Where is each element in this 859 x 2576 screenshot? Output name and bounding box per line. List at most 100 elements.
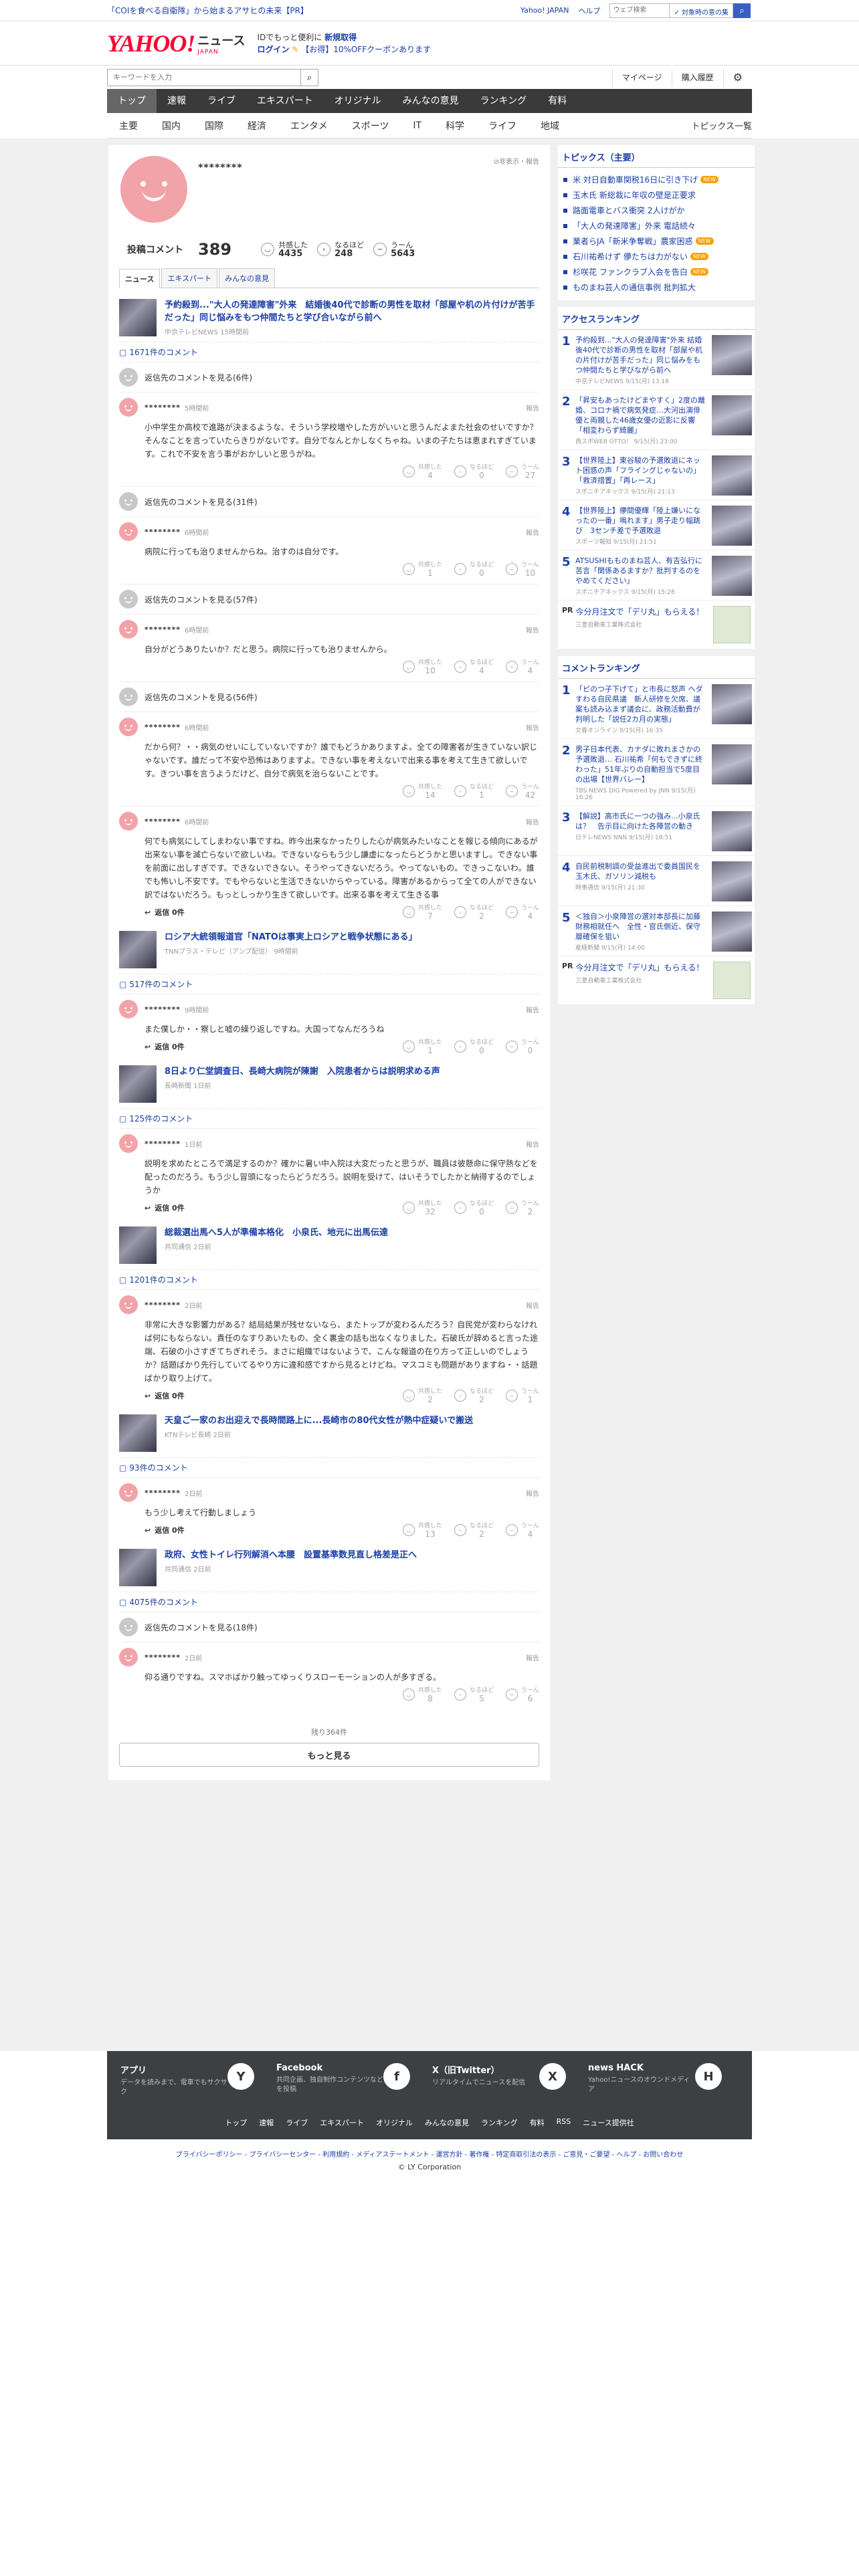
article-title[interactable]: 政府、女性トイレ行列解消へ本腰 設置基準数見直し格差是正へ (165, 1549, 417, 1562)
reaction-button[interactable]: ~ うーん 4 (505, 659, 539, 675)
article-thumbnail[interactable] (119, 1414, 157, 1452)
keyword-input[interactable] (107, 68, 301, 86)
footer-link[interactable]: みんなの意見 (425, 2117, 469, 2128)
footer-link[interactable]: ニュース提供社 (583, 2117, 634, 2128)
article-title[interactable]: 8日より仁堂調査日、長崎大病院が陳謝 入院患者からは説明求める声 (165, 1065, 440, 1078)
report-link[interactable]: 報告 (526, 1652, 539, 1662)
reaction-button[interactable]: ~ うーん 2 (505, 1200, 539, 1216)
article-item[interactable]: 天皇ご一家のお出迎えで長時間路上に...長崎市の80代女性が熱中症疑いで搬送 KT… (119, 1410, 539, 1457)
comment-count-link[interactable]: ▢ 1671件のコメント (119, 342, 539, 362)
article-item[interactable]: ロシア大統領報道官「NATOは事実上ロシアと戦争状態にある」 TNNプラス・テレビ… (119, 927, 539, 974)
reply-link[interactable]: ↩ 返信 0件 (145, 1202, 185, 1213)
footer-app-link[interactable]: X（旧Twitter） リアルタイムでニュースを配信 X (432, 2063, 583, 2097)
footer-link[interactable]: 有料 (530, 2117, 545, 2128)
nav-item[interactable]: 有料 (537, 89, 577, 113)
reply-link[interactable]: ↩ 返信 0件 (145, 1041, 185, 1052)
reaction-button[interactable]: ~ うーん 42 (505, 783, 539, 799)
footer-link[interactable]: オリジナル (376, 2117, 413, 2128)
ranking-item[interactable]: 1 「ピのつ子下げて」と市長に怒声 ヘダすわる自民県議 新人研修を欠席、議案も読み… (558, 679, 755, 739)
report-link[interactable]: 報告 (526, 817, 539, 827)
ranking-item[interactable]: 5 ATSUSHIもものまね芸人、有吉弘行に苦言「関係あるますか？批判するのをやめ… (558, 550, 755, 601)
footer-link[interactable]: RSS (557, 2117, 571, 2128)
subnav-item[interactable]: 経済 (235, 119, 278, 132)
comment-count-link[interactable]: ▢ 4075件のコメント (119, 1592, 539, 1612)
reaction-button[interactable]: ◡ 共感した 13 (402, 1522, 442, 1538)
topic-item[interactable]: 路面電車とバス衝突 2人けがか (558, 203, 755, 218)
more-button[interactable]: もっと見る (119, 1743, 539, 1767)
article-item[interactable]: 総裁選出馬へ5人が準備本格化 小泉氏、地元に出馬伝達 共同通信 2日前 (119, 1222, 539, 1269)
comment-count-link[interactable]: ▢ 125件のコメント (119, 1108, 539, 1128)
reaction-button[interactable]: ~ うーん 0 (505, 1039, 539, 1055)
web-search-input[interactable] (609, 3, 670, 18)
show-parent-comments[interactable]: 返信先のコメントを見る(6件) (119, 362, 539, 392)
footer-link[interactable]: 速報 (259, 2117, 274, 2128)
report-link[interactable]: 報告 (526, 403, 539, 413)
article-item[interactable]: 予約殺到..."大人の発達障害"外来 結婚後40代で診断の男性を取材「部屋や机の… (119, 295, 539, 342)
reaction-button[interactable]: › なるほど 0 (454, 1200, 494, 1216)
legal-links[interactable]: プライバシーポリシー - プライバシーセンター - 利用規約 - メディアステー… (0, 2149, 859, 2159)
report-link[interactable]: 報告 (526, 1300, 539, 1310)
reaction-button[interactable]: ◡ 共感した 2 (402, 1388, 442, 1404)
subnav-item[interactable]: 主要 (107, 119, 150, 132)
login-link[interactable]: ログイン (257, 45, 289, 54)
show-parent-comments[interactable]: 返信先のコメントを見る(57件) (119, 584, 539, 614)
topic-item[interactable]: ものまね芸人の通信事例 批判拡大 (558, 280, 755, 295)
subnav-item[interactable]: 国内 (150, 119, 193, 132)
article-title[interactable]: 総裁選出馬へ5人が準備本格化 小泉氏、地元に出馬伝達 (165, 1226, 388, 1239)
topic-item[interactable]: 「大人の発達障害」外来 電話続々 (558, 218, 755, 233)
coupon-link[interactable]: 【お得】10%OFFクーポンあります (301, 45, 431, 54)
report-link[interactable]: 報告 (526, 1004, 539, 1014)
topic-item[interactable]: 杉咲花 ファンクラブ入会を告白 NEW (558, 264, 755, 280)
article-title[interactable]: 予約殺到..."大人の発達障害"外来 結婚後40代で診断の男性を取材「部屋や机の… (165, 299, 539, 324)
reaction-button[interactable]: ~ うーん 27 (505, 463, 539, 479)
reaction-button[interactable]: ◡ 共感した 10 (402, 659, 442, 675)
tab-news[interactable]: ニュース (119, 269, 161, 288)
article-title[interactable]: ロシア大統領報道官「NATOは事実上ロシアと戦争状態にある」 (165, 931, 417, 944)
show-parent-comments[interactable]: 返信先のコメントを見る(18件) (119, 1612, 539, 1642)
reaction-button[interactable]: › なるほど 2 (454, 1522, 494, 1538)
pr-item[interactable]: PR 今分月注文で「デリ丸」もらえる！ 三菱自動車工業株式会社 (558, 601, 755, 649)
ranking-item[interactable]: 3 【解説】高市氏に一つの強み...小泉氏は？ 告示目に向けた各陣営の動き 日テレN… (558, 806, 755, 856)
reaction-button[interactable]: ◡ 共感した 8 (402, 1687, 442, 1703)
footer-link[interactable]: ライブ (286, 2117, 308, 2128)
footer-app-link[interactable]: アプリ データを読みまで、電車でもサクサク Y (120, 2063, 271, 2097)
nav-item[interactable]: エキスパート (246, 89, 324, 113)
reply-link[interactable]: ↩ 返信 0件 (145, 907, 185, 918)
keyword-search-button[interactable]: ⌕ (301, 68, 318, 86)
footer-link[interactable]: ランキング (481, 2117, 518, 2128)
reaction-button[interactable]: › なるほど 2 (454, 904, 494, 920)
nav-item[interactable]: トップ (107, 89, 157, 113)
history-link[interactable]: 購入履歴 (671, 68, 723, 86)
ranking-item[interactable]: 3 【世界陸上】東谷駿の予選敗退にネット困惑の声「フライングじゃないの」「救済措置… (558, 450, 755, 500)
article-thumbnail[interactable] (119, 1549, 157, 1586)
article-thumbnail[interactable] (119, 299, 157, 336)
reaction-button[interactable]: ◡ 共感した 14 (402, 783, 442, 799)
tab-expert[interactable]: エキスパート (161, 268, 218, 288)
ranking-item[interactable]: 4 自民前税制調の受益進出で委員国民を玉木氏、ガソリン減税も 時事通信 9/15(月… (558, 856, 755, 906)
ranking-item[interactable]: 2 「昇安もあったけどまやすく」2度の離婚、コロナ禍で病気発症…大河出演俳優と両親… (558, 390, 755, 450)
footer-app-link[interactable]: news HACK Yahoo!ニュースのオウンドメディア H (588, 2063, 739, 2097)
reaction-button[interactable]: ◡ 共感した 1 (402, 1039, 442, 1055)
gear-icon[interactable]: ⚙ (723, 68, 752, 86)
topic-item[interactable]: 石川祐希けず 儚たちは力がない NEW (558, 249, 755, 264)
report-link[interactable]: 報告 (526, 722, 539, 732)
topics-list-link[interactable]: トピックス一覧 (691, 119, 752, 132)
reaction-button[interactable]: ◡ 共感した 7 (402, 904, 442, 920)
reaction-button[interactable]: › なるほど 5 (454, 1687, 494, 1703)
reaction-button[interactable]: ◡ 共感した 1 (402, 561, 442, 577)
subnav-item[interactable]: IT (401, 120, 434, 131)
tab-opinion[interactable]: みんなの意見 (219, 268, 276, 288)
nav-item[interactable]: オリジナル (324, 89, 392, 113)
reaction-button[interactable]: › なるほど 0 (454, 1039, 494, 1055)
pr-item[interactable]: PR 今分月注文で「デリ丸」もらえる！ 三菱自動車工業株式会社 (558, 956, 755, 1005)
reaction-button[interactable]: ~ うーん 6 (505, 1687, 539, 1703)
subnav-item[interactable]: 国際 (193, 119, 235, 132)
reaction-button[interactable]: ~ うーん 1 (505, 1388, 539, 1404)
report-link[interactable]: 報告 (526, 625, 539, 635)
comment-count-link[interactable]: ▢ 93件のコメント (119, 1457, 539, 1477)
report-link[interactable]: 報告 (526, 527, 539, 537)
top-ad-link[interactable]: 「COIを食べる自衛隊」から始まるアサヒの未来【PR】 (107, 5, 308, 16)
footer-link[interactable]: エキスパート (320, 2117, 364, 2128)
ranking-item[interactable]: 4 【世界陸上】儚間優輝「陸上嫌いになったの一番」嗚れます」男子走り幅跳び 3セン… (558, 500, 755, 550)
reply-link[interactable]: ↩ 返信 0件 (145, 1390, 185, 1401)
